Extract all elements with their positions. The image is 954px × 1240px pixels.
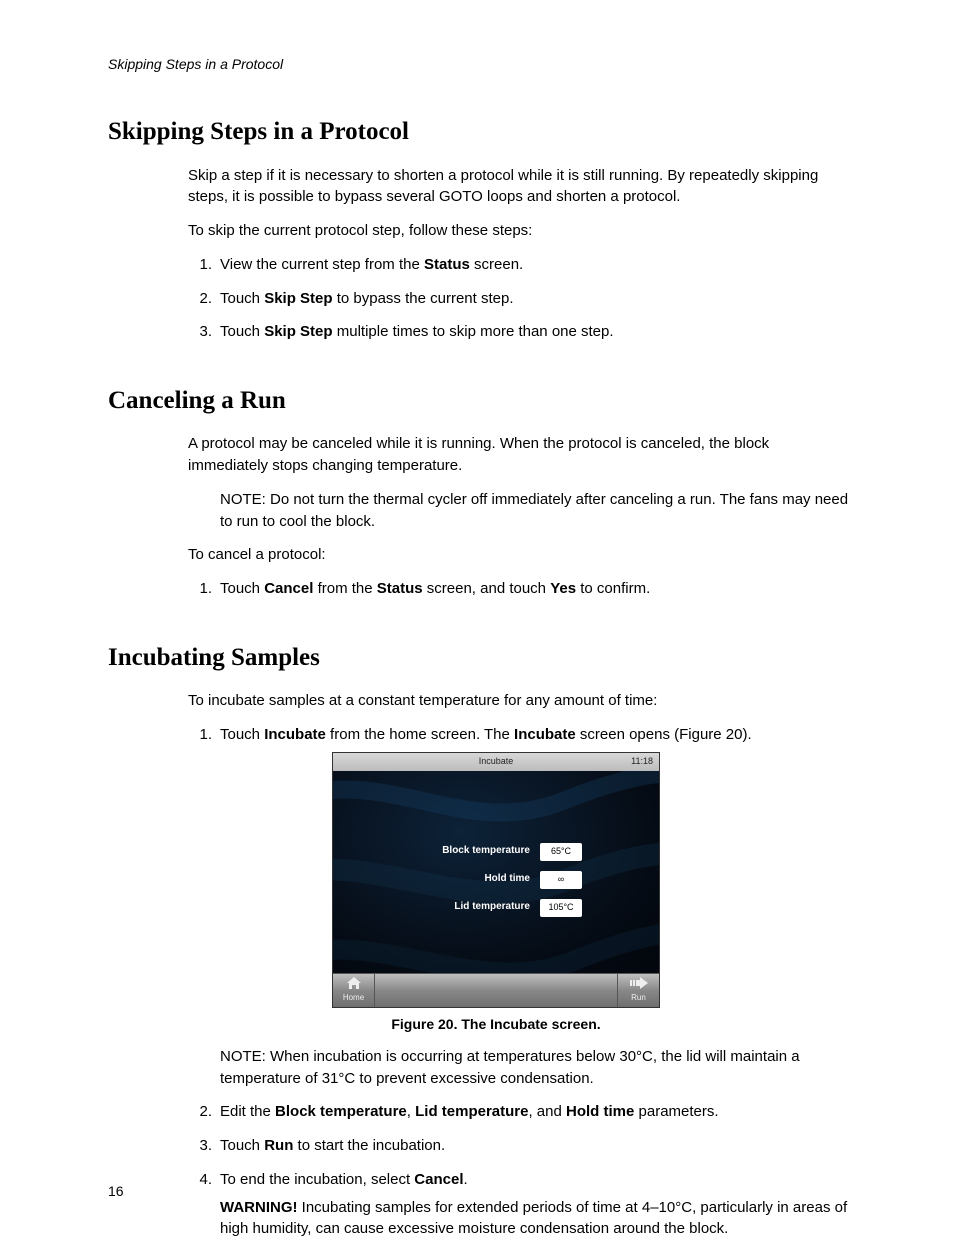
clock: 11:18 [631,755,653,768]
screen-titlebar: Incubate 11:18 [333,753,659,771]
step-text: Touch Run to start the incubation. [220,1135,849,1157]
step-text: Touch Skip Step multiple times to skip m… [220,321,849,343]
step-number: 3. [188,1135,220,1157]
step-text: To end the incubation, select Cancel. WA… [220,1169,849,1240]
param-row: Lid temperature 105°C [410,899,582,917]
step-number: 1. [188,578,220,600]
note: NOTE: When incubation is occurring at te… [220,1046,849,1090]
step-list: 1. View the current step from the Status… [188,254,849,343]
list-item: 3. Touch Run to start the incubation. [188,1135,849,1157]
param-row: Hold time ∞ [410,871,582,889]
screen-body: Block temperature 65°C Hold time ∞ Lid t… [333,771,659,973]
step-number: 1. [188,724,220,1090]
toolbar-spacer [375,974,617,1007]
step-number: 2. [188,1101,220,1123]
button-label: Home [343,992,364,1004]
button-label: Run [631,992,646,1004]
paragraph: A protocol may be canceled while it is r… [188,433,849,477]
step-number: 2. [188,288,220,310]
list-item: 1. View the current step from the Status… [188,254,849,276]
paragraph: To skip the current protocol step, follo… [188,220,849,242]
paragraph: Skip a step if it is necessary to shorte… [188,165,849,209]
screen-toolbar: Home Run [333,973,659,1007]
step-text: View the current step from the Status sc… [220,254,849,276]
figure: Incubate 11:18 Block temperat [332,752,660,1034]
incubate-screen: Incubate 11:18 Block temperat [332,752,660,1008]
home-button[interactable]: Home [333,974,375,1007]
list-item: 4. To end the incubation, select Cancel.… [188,1169,849,1240]
figure-caption: Figure 20. The Incubate screen. [332,1014,660,1034]
step-text: Touch Skip Step to bypass the current st… [220,288,849,310]
home-icon [347,977,361,991]
lid-temperature-field[interactable]: 105°C [540,899,582,917]
run-button[interactable]: Run [617,974,659,1007]
list-item: 2. Edit the Block temperature, Lid tempe… [188,1101,849,1123]
run-arrow-icon [630,977,648,991]
warning: WARNING! Incubating samples for extended… [220,1197,849,1240]
step-number: 3. [188,321,220,343]
running-header: Skipping Steps in a Protocol [108,54,849,74]
list-item: 3. Touch Skip Step multiple times to ski… [188,321,849,343]
param-label: Lid temperature [410,900,530,915]
screen-title: Incubate [479,755,514,768]
step-list: 1. Touch Cancel from the Status screen, … [188,578,849,600]
paragraph: To incubate samples at a constant temper… [188,690,849,712]
hold-time-field[interactable]: ∞ [540,871,582,889]
heading-skipping: Skipping Steps in a Protocol [108,114,849,150]
param-label: Hold time [410,872,530,887]
list-item: 2. Touch Skip Step to bypass the current… [188,288,849,310]
param-label: Block temperature [410,844,530,859]
page-number: 16 [108,1181,124,1201]
step-text: Touch Cancel from the Status screen, and… [220,578,849,600]
step-list: 1. Touch Incubate from the home screen. … [188,724,849,1240]
paragraph: To cancel a protocol: [188,544,849,566]
step-text: Edit the Block temperature, Lid temperat… [220,1101,849,1123]
note: NOTE: Do not turn the thermal cycler off… [220,489,849,533]
param-row: Block temperature 65°C [410,843,582,861]
step-text: Touch Incubate from the home screen. The… [220,724,849,1090]
block-temperature-field[interactable]: 65°C [540,843,582,861]
heading-incubating: Incubating Samples [108,640,849,676]
list-item: 1. Touch Incubate from the home screen. … [188,724,849,1090]
step-number: 1. [188,254,220,276]
list-item: 1. Touch Cancel from the Status screen, … [188,578,849,600]
heading-canceling: Canceling a Run [108,383,849,419]
step-number: 4. [188,1169,220,1240]
